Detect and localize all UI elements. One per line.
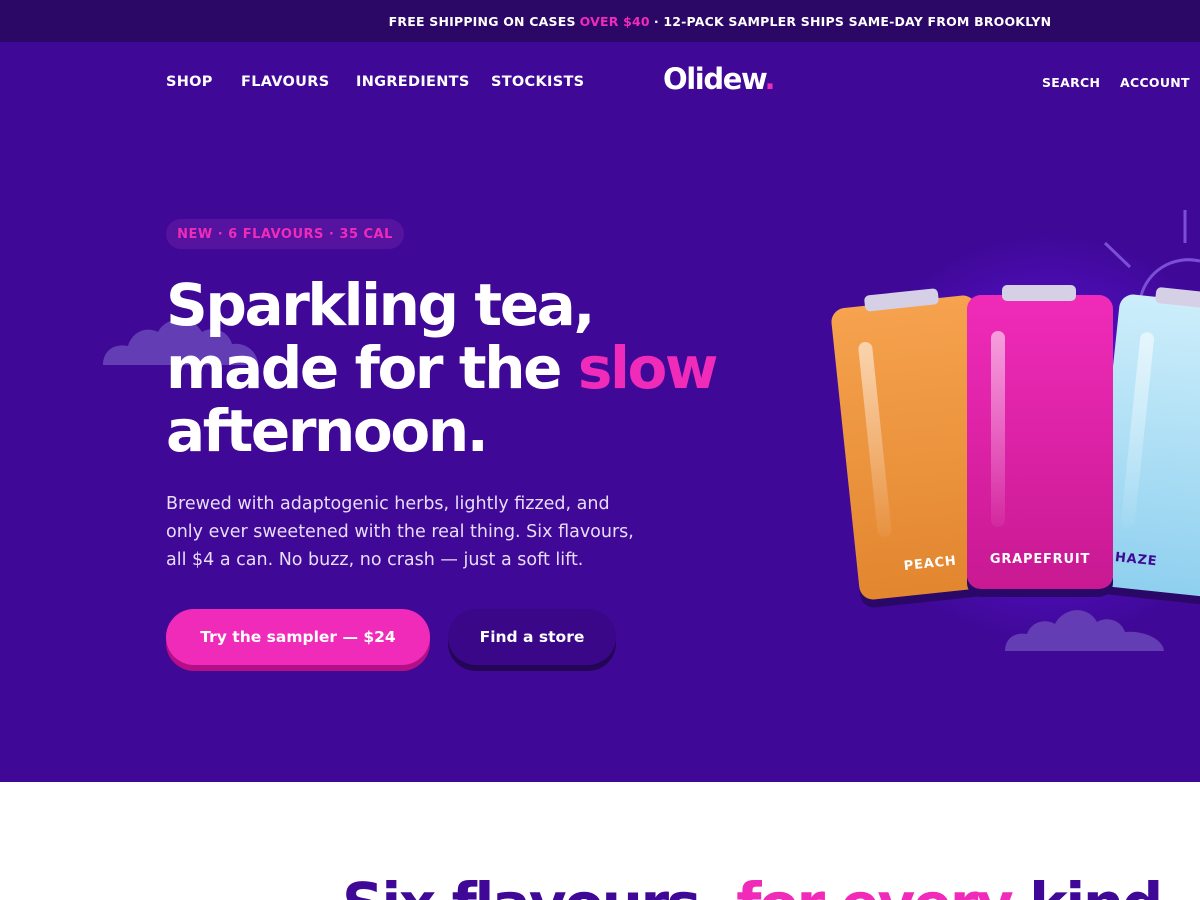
logo-dot: . <box>764 62 776 96</box>
hero-badge: NEW · 6 FLAVOURS · 35 CAL <box>166 219 404 249</box>
announcement-bar: FREE SHIPPING ON CASES OVER $40 · 12-PAC… <box>0 0 1200 42</box>
try-sampler-button[interactable]: Try the sampler — $24 <box>166 609 430 665</box>
flavours-section-title: Six flavours, for every kind <box>342 870 1163 900</box>
haze-label: HAZE <box>1114 550 1159 570</box>
find-store-button[interactable]: Find a store <box>448 609 616 665</box>
headline-line-1: Sparkling tea, <box>166 271 595 339</box>
can-shine <box>1120 331 1155 528</box>
logo-text: Olidew <box>663 62 766 96</box>
announcement-prefix: FREE SHIPPING ON CASES <box>388 13 576 29</box>
search-link[interactable]: SEARCH <box>1042 75 1100 90</box>
grapefruit-label: GRAPEFRUIT <box>989 552 1091 567</box>
headline-highlight: slow <box>577 334 719 402</box>
announcement-suffix: · 12-PACK SAMPLER SHIPS SAME-DAY FROM BR… <box>653 13 1052 29</box>
headline-line-3: afternoon. <box>166 397 489 465</box>
section-title-highlight: for every <box>736 870 1014 900</box>
nav-flavours[interactable]: FLAVOURS <box>241 74 329 90</box>
can-shine <box>857 341 893 538</box>
account-link[interactable]: ACCOUNT <box>1120 75 1190 90</box>
can-lid <box>1154 286 1200 311</box>
grapefruit-can: GRAPEFRUIT <box>967 285 1113 589</box>
announcement-highlight: OVER $40 <box>579 13 650 29</box>
hero-description: Brewed with adaptogenic herbs, lightly f… <box>166 494 634 570</box>
section-title-suffix: kind <box>1011 870 1163 900</box>
can-shine <box>991 331 1005 527</box>
headline-line-2-prefix: made for the <box>166 334 578 402</box>
hero-headline: Sparkling tea, made for the slow afterno… <box>166 271 719 465</box>
nav-ingredients[interactable]: INGREDIENTS <box>356 74 470 90</box>
cloud-icon <box>1005 610 1164 651</box>
nav-stockists[interactable]: STOCKISTS <box>491 74 584 90</box>
section-title-prefix: Six flavours, <box>342 870 736 900</box>
headline-line-2: made for the slow <box>166 334 719 402</box>
can-lid <box>1002 285 1076 301</box>
brand-logo[interactable]: Olidew. <box>663 62 776 96</box>
flavours-section: Six flavours, for every kind <box>0 782 1200 900</box>
nav-shop[interactable]: SHOP <box>166 74 213 90</box>
can-lid <box>863 288 940 312</box>
